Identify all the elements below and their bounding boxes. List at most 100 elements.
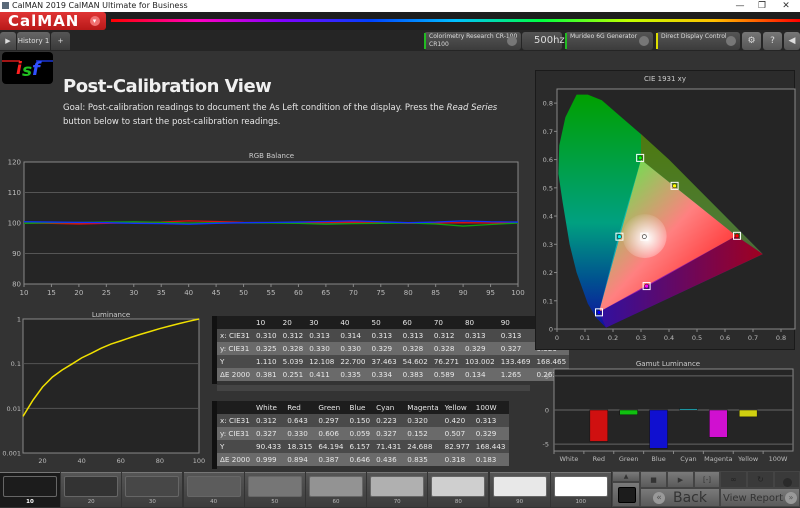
record-button[interactable] bbox=[774, 471, 800, 488]
play-nav-button[interactable]: ▶ bbox=[0, 32, 16, 50]
table-cell: 0.330 bbox=[287, 429, 308, 438]
x-tick-label: Green bbox=[619, 455, 639, 463]
refresh-button[interactable]: ↻ bbox=[747, 471, 774, 488]
isf-logo: i s f bbox=[2, 52, 53, 84]
swatch-up-button[interactable]: ▲ bbox=[612, 471, 640, 482]
bar-blue bbox=[649, 409, 668, 449]
swatch-40[interactable]: 40 bbox=[183, 472, 244, 507]
measured-point-cyan bbox=[617, 234, 622, 239]
stop-button[interactable]: ■ bbox=[640, 471, 667, 488]
settings-button[interactable]: ⚙ bbox=[742, 32, 761, 50]
x-tick-label: 0.5 bbox=[692, 334, 702, 342]
current-swatch-preview[interactable] bbox=[612, 482, 640, 507]
swatch-color bbox=[64, 476, 119, 497]
table-cell: 0.328 bbox=[433, 344, 455, 353]
goal-text: Goal: Post-calibration readings to docum… bbox=[63, 103, 447, 113]
chevron-down-icon bbox=[507, 36, 517, 46]
x-tick-label: 55 bbox=[267, 289, 276, 297]
table-row: ΔE 2000 0.999 0.894 0.387 0.646 0.436 0.835 0.3… bbox=[217, 453, 509, 466]
back-label: Back bbox=[673, 490, 707, 506]
chevron-down-icon: ▾ bbox=[90, 16, 100, 26]
app-icon bbox=[2, 2, 9, 9]
column-header: Cyan bbox=[376, 403, 395, 412]
table-cell: 0.327 bbox=[376, 429, 397, 438]
table-cell: 82.977 bbox=[444, 442, 470, 451]
row-label: y: CIE31 bbox=[220, 344, 250, 353]
y-tick-label: 0.4 bbox=[543, 213, 553, 221]
tab-label: History 1 bbox=[17, 37, 50, 45]
column-header: Blue bbox=[349, 403, 366, 412]
generator-selector[interactable]: Murideo 6G Generator bbox=[565, 32, 653, 50]
x-tick-label: Blue bbox=[651, 455, 665, 463]
y-tick-label: -5 bbox=[543, 441, 549, 449]
restore-button[interactable]: ❐ bbox=[752, 0, 772, 12]
y-tick-label: 0.3 bbox=[543, 241, 553, 249]
loop-button[interactable]: ∞ bbox=[720, 471, 747, 488]
swatch-label: 20 bbox=[87, 499, 95, 505]
x-tick-label: 0.8 bbox=[776, 334, 786, 342]
table-cell: 0.313 bbox=[371, 331, 393, 340]
swatch-50[interactable]: 50 bbox=[244, 472, 305, 507]
x-tick-label: 60 bbox=[117, 457, 125, 465]
table-cell: 0.327 bbox=[256, 429, 277, 438]
rate-display[interactable]: 500hz bbox=[522, 32, 565, 50]
range-button[interactable]: [-] bbox=[694, 471, 720, 488]
swatch-80[interactable]: 80 bbox=[428, 472, 489, 507]
rgb-balance-chart: 120110100908010 15 20 25 30 35 40 45 50 55 60 65 70 7… bbox=[8, 159, 525, 298]
swatch-20[interactable]: 20 bbox=[61, 472, 122, 507]
back-button[interactable]: « Back bbox=[640, 488, 720, 507]
x-tick-label: 50 bbox=[239, 289, 248, 297]
swatch-70[interactable]: 70 bbox=[367, 472, 428, 507]
table-cell: 0.835 bbox=[407, 455, 428, 464]
add-tab-button[interactable]: + bbox=[51, 32, 70, 50]
measured-point-green bbox=[637, 155, 643, 161]
stop-icon: ■ bbox=[650, 476, 657, 484]
close-button[interactable]: ✕ bbox=[776, 0, 796, 12]
tab-history-1[interactable]: History 1 bbox=[17, 32, 50, 50]
view-report-button[interactable]: View Report » bbox=[720, 488, 800, 507]
table-header-row: White Red Green Blue Cyan Magenta Yellow 100W bbox=[217, 401, 509, 414]
swatch-30[interactable]: 30 bbox=[122, 472, 183, 507]
status-indicator bbox=[565, 33, 567, 49]
table-row: Y 1.110 5.039 12.108 22.700 37.463 54.602 76.27… bbox=[217, 355, 570, 368]
rate-value: 500hz bbox=[534, 35, 565, 46]
table-cell: 0.134 bbox=[464, 370, 486, 379]
table-cell: 0.999 bbox=[256, 455, 277, 464]
calman-menu-button[interactable]: CalMAN ▾ bbox=[0, 12, 106, 30]
column-header: Magenta bbox=[407, 403, 439, 412]
table-cell: 0.223 bbox=[376, 416, 397, 425]
table-cell: 6.157 bbox=[349, 442, 371, 451]
collapse-button[interactable]: ◀ bbox=[784, 32, 800, 50]
x-tick-label: 0.4 bbox=[664, 334, 674, 342]
column-header: 80 bbox=[464, 318, 475, 327]
swatch-10[interactable]: 10 bbox=[0, 472, 60, 507]
table-cell: 168.443 bbox=[475, 442, 506, 451]
gamut-luminance-chart: 5 0 -5 White Red Green Blue Cyan Magenta Yellow 10… bbox=[543, 368, 794, 463]
column-header: 20 bbox=[282, 318, 292, 327]
swatch-60[interactable]: 60 bbox=[306, 472, 366, 507]
bar-red bbox=[589, 409, 609, 442]
table-cell: 0.328 bbox=[282, 344, 304, 353]
column-header: Yellow bbox=[444, 403, 467, 412]
y-tick-label: 90 bbox=[12, 250, 21, 258]
horizontal-scrollbar[interactable] bbox=[217, 385, 530, 391]
row-label: ΔE 2000 bbox=[220, 455, 251, 464]
swatch-100[interactable]: 100 bbox=[550, 472, 611, 507]
swatch-color bbox=[247, 476, 302, 497]
table-cell: 18.315 bbox=[287, 442, 313, 451]
y-tick-label: 0.001 bbox=[2, 450, 21, 458]
table-cell: 0.313 bbox=[464, 331, 486, 340]
swatch-strip: 10 20 30 40 50 60 70 80 90 100 bbox=[0, 472, 612, 507]
help-button[interactable]: ? bbox=[763, 32, 782, 50]
table-cell: 0.313 bbox=[500, 331, 522, 340]
meter-selector[interactable]: Colorimetry Research CR-100 CR100 bbox=[424, 32, 521, 50]
swatch-90[interactable]: 90 bbox=[489, 472, 550, 507]
page-title: Post-Calibration View bbox=[63, 76, 272, 97]
display-selector[interactable]: Direct Display Control bbox=[656, 32, 740, 50]
chevron-up-icon: ▲ bbox=[623, 473, 629, 480]
table-cell: 24.688 bbox=[407, 442, 433, 451]
minimize-button[interactable]: — bbox=[730, 0, 750, 12]
read-series-button[interactable]: ▶ bbox=[667, 471, 694, 488]
table-cell: 0.152 bbox=[407, 429, 428, 438]
table-row: ΔE 2000 0.381 0.251 0.411 0.335 0.334 0.383 0.5… bbox=[217, 368, 570, 381]
